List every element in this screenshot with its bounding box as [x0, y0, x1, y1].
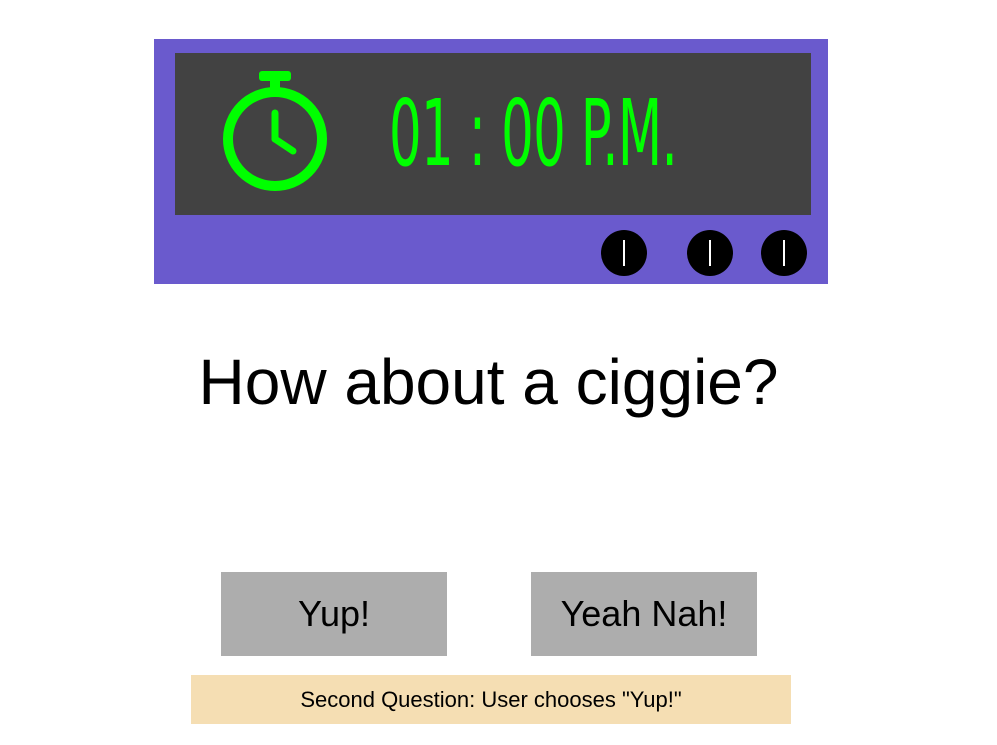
time-readout: 01 : 00 P.M.	[389, 80, 678, 187]
yup-button[interactable]: Yup!	[221, 572, 447, 656]
caption-bar: Second Question: User chooses "Yup!"	[191, 675, 791, 724]
yeah-nah-button[interactable]: Yeah Nah!	[531, 572, 757, 656]
clock-device: 01 : 00 P.M.	[154, 39, 828, 284]
clock-screen: 01 : 00 P.M.	[175, 53, 811, 215]
clock-knob[interactable]	[687, 230, 733, 276]
clock-knob[interactable]	[761, 230, 807, 276]
clock-knob[interactable]	[601, 230, 647, 276]
stopwatch-icon	[223, 71, 327, 191]
caption-text: Second Question: User chooses "Yup!"	[300, 686, 682, 712]
question-text: How about a ciggie?	[198, 346, 779, 418]
